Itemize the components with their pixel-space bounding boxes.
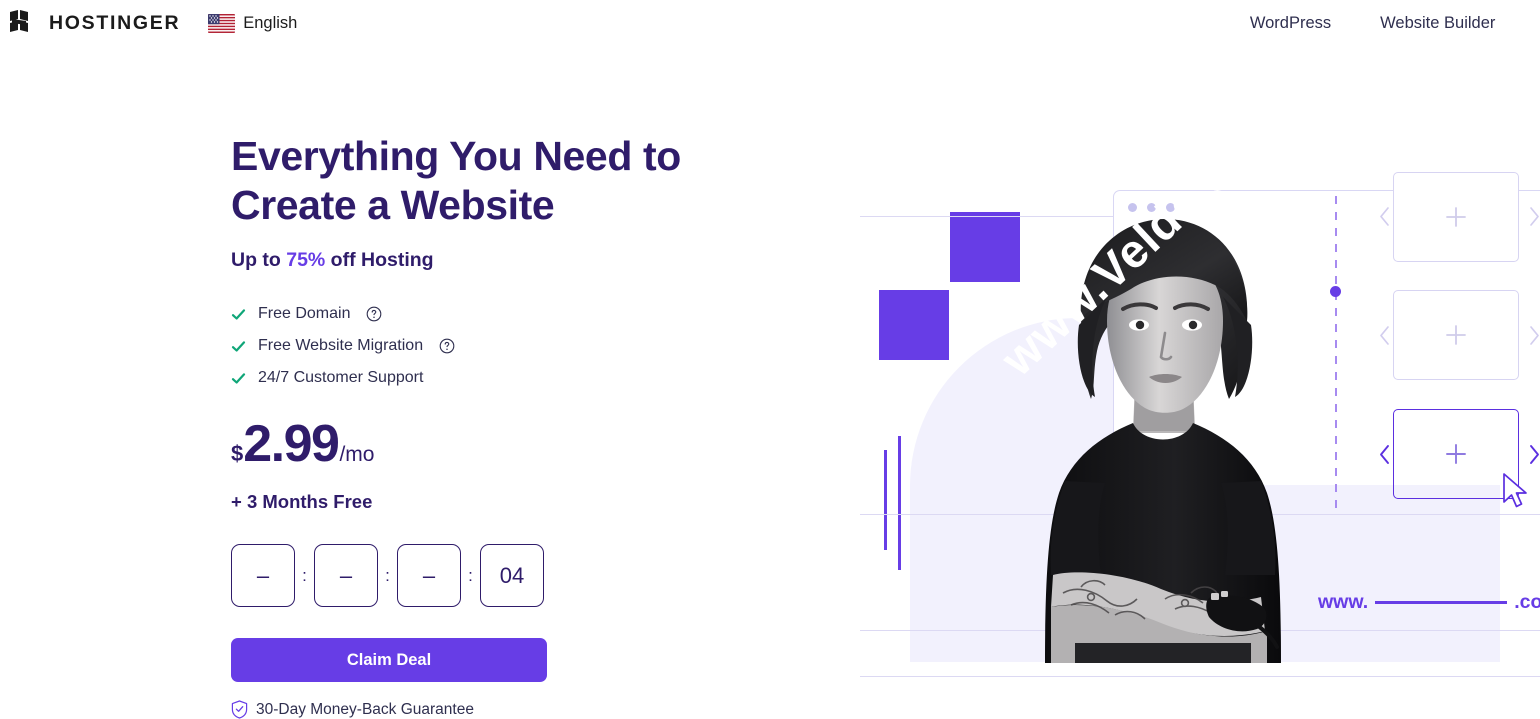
domain-input-underline[interactable] [1375,601,1508,604]
price-amount: 2.99 [243,415,340,473]
feature-list: Free Domain Free Website Migration 24/7 … [231,298,791,394]
hostinger-h-logo-icon [10,10,28,32]
builder-card[interactable] [1393,172,1519,262]
countdown-unit-hours: – [314,544,378,607]
headline-line-2: Create a Website [231,182,555,228]
plus-icon [1446,207,1466,227]
decorative-vertical-bar [898,436,901,570]
brand-logo[interactable]: HOSTINGER [10,10,180,36]
subhead-prefix: Up to [231,249,287,271]
domain-input-mock[interactable]: www. .com [1318,591,1540,614]
site-header: HOSTINGER English WordPress Website Buil… [0,0,1540,46]
chevron-right-icon[interactable] [1528,206,1540,227]
claim-deal-button[interactable]: Claim Deal [231,638,547,682]
price-display: $ 2.99 /mo [231,418,791,470]
decorative-vertical-bar [884,450,887,550]
main-navigation: WordPress Website Builder Hosti [1250,14,1540,33]
countdown-unit-seconds: 04 [480,544,544,607]
check-icon [231,372,246,384]
hero-copy: Everything You Need to Create a Website … [231,136,791,719]
check-icon [231,308,246,320]
list-item: 24/7 Customer Support [231,362,791,394]
chevron-right-icon[interactable] [1528,444,1540,465]
guarantee-label: 30-Day Money-Back Guarantee [256,700,474,718]
chevron-left-icon[interactable] [1378,206,1391,227]
question-circle-icon[interactable] [366,306,382,322]
check-icon [231,340,246,352]
guide-handle-dot[interactable] [1330,286,1341,297]
hero-subheadline: Up to 75% off Hosting [231,249,791,272]
subhead-suffix: off Hosting [325,249,434,271]
feature-label: 24/7 Customer Support [258,369,424,386]
decorative-square [879,290,949,360]
countdown-unit-minutes: – [397,544,461,607]
countdown-separator: : [385,565,390,585]
layout-guide-line [860,676,1540,677]
money-back-guarantee: 30-Day Money-Back Guarantee [231,700,791,719]
feature-label: Free Website Migration [258,337,424,354]
nav-item-wordpress[interactable]: WordPress [1250,14,1331,33]
plus-icon [1446,325,1466,345]
price-currency: $ [231,441,244,466]
decorative-square [950,212,1020,282]
question-circle-icon[interactable] [439,338,455,354]
mouse-cursor-icon [1503,473,1527,508]
chevron-left-icon[interactable] [1378,444,1391,465]
countdown-separator: : [468,565,473,585]
shield-check-icon [231,700,248,719]
countdown-unit-days: – [231,544,295,607]
months-free-label: + 3 Months Free [231,491,373,512]
language-label: English [243,13,298,32]
countdown-separator: : [302,565,307,585]
plus-icon [1446,444,1466,464]
list-item: Free Domain [231,298,791,330]
dashed-guide-line [1335,196,1337,516]
list-item: Free Website Migration [231,330,791,362]
chevron-right-icon[interactable] [1528,325,1540,346]
headline-line-1: Everything You Need to [231,133,681,179]
woman-portrait-photo [1015,201,1310,663]
brand-name: HOSTINGER [49,11,181,34]
url-prefix: www. [1318,591,1369,613]
hero-illustration: www.Veldc.com www. .co [860,46,1540,701]
nav-item-website-builder[interactable]: Website Builder [1380,14,1495,33]
feature-label: Free Domain [258,305,351,322]
page-title: Everything You Need to Create a Website [231,136,791,226]
price-period: /mo [339,443,375,466]
language-selector[interactable]: English [208,13,298,33]
countdown-timer: – : – : – : 04 [231,544,791,607]
subhead-discount-percent: 75% [286,249,326,271]
url-suffix: .com [1514,591,1540,613]
builder-card[interactable] [1393,290,1519,380]
chevron-left-icon[interactable] [1378,325,1391,346]
us-flag-icon [208,13,236,33]
